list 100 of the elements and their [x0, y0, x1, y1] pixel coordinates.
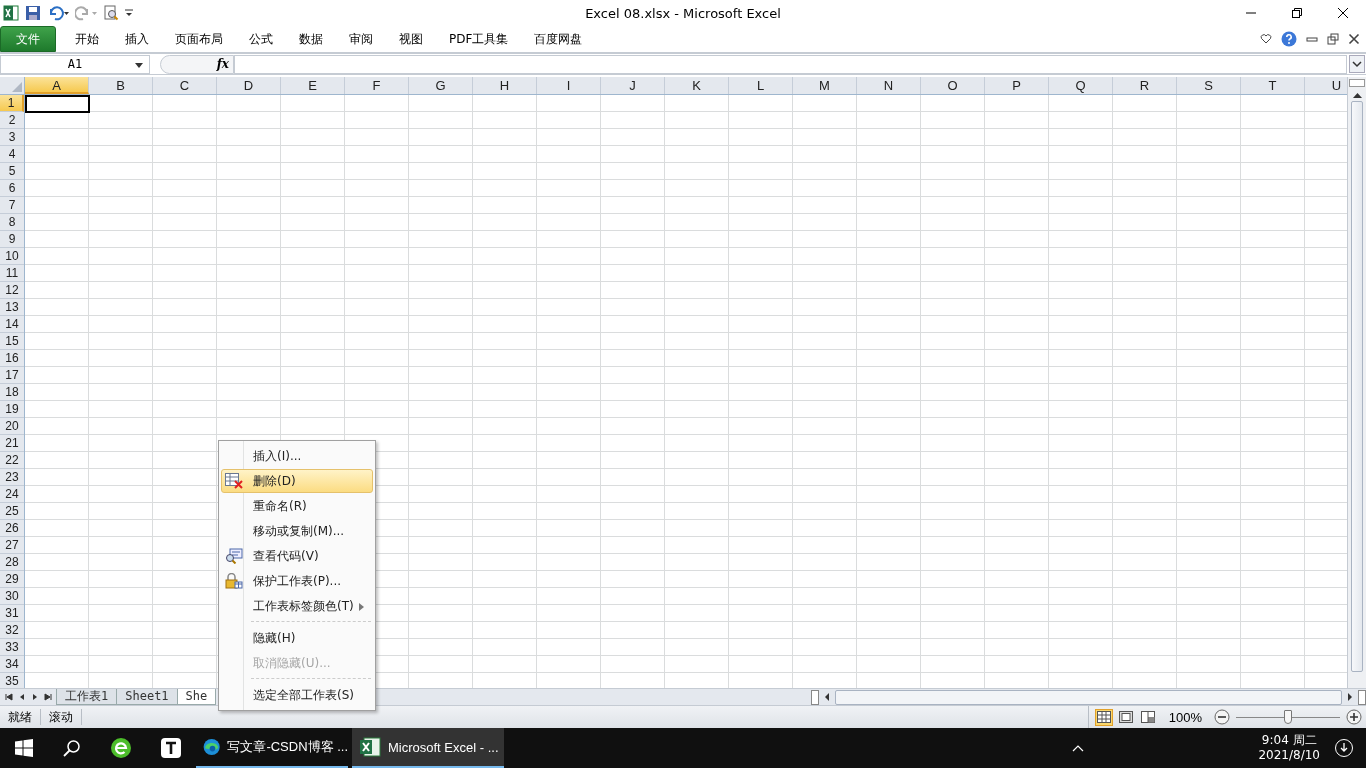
menu-item[interactable]: 选定全部工作表(S): [221, 683, 373, 707]
row-header[interactable]: 26: [0, 520, 24, 537]
column-header[interactable]: C: [153, 77, 217, 94]
column-header[interactable]: K: [665, 77, 729, 94]
ribbon-tab[interactable]: 百度网盘: [521, 26, 596, 52]
row-header[interactable]: 9: [0, 231, 24, 248]
row-header[interactable]: 15: [0, 333, 24, 350]
ribbon-tab[interactable]: 页面布局: [162, 26, 236, 52]
close-icon[interactable]: [1348, 33, 1360, 45]
ribbon-tab[interactable]: PDF工具集: [436, 26, 522, 52]
row-header[interactable]: 14: [0, 316, 24, 333]
row-header[interactable]: 17: [0, 367, 24, 384]
row-header[interactable]: 28: [0, 554, 24, 571]
heart-icon[interactable]: [1260, 33, 1272, 45]
help-icon[interactable]: [1281, 31, 1297, 47]
row-header[interactable]: 24: [0, 486, 24, 503]
scroll-thumb[interactable]: [1351, 101, 1363, 672]
ribbon-tab[interactable]: 审阅: [336, 26, 386, 52]
row-header[interactable]: 2: [0, 112, 24, 129]
customize-icon[interactable]: [125, 7, 133, 19]
row-header[interactable]: 11: [0, 265, 24, 282]
row-header[interactable]: 19: [0, 401, 24, 418]
menu-item[interactable]: 隐藏(H): [221, 626, 373, 650]
row-header[interactable]: 5: [0, 163, 24, 180]
sheet-tab[interactable]: Sheet1: [116, 689, 178, 705]
sheet-nav-icon[interactable]: [43, 692, 53, 702]
menu-item[interactable]: 删除(D): [221, 469, 373, 493]
row-header[interactable]: 22: [0, 452, 24, 469]
expand-icon[interactable]: [1349, 55, 1365, 73]
row-header[interactable]: 23: [0, 469, 24, 486]
row-header[interactable]: 27: [0, 537, 24, 554]
column-header[interactable]: J: [601, 77, 665, 94]
row-header[interactable]: 25: [0, 503, 24, 520]
row-header[interactable]: 33: [0, 639, 24, 656]
chevron-up-icon[interactable]: [1072, 744, 1085, 752]
column-header[interactable]: I: [537, 77, 601, 94]
sheet-tab[interactable]: 工作表1: [56, 689, 118, 705]
name-box[interactable]: A1: [0, 54, 150, 74]
ribbon-tab[interactable]: 视图: [386, 26, 436, 52]
normal-view-button[interactable]: [1094, 708, 1113, 726]
scroll-thumb[interactable]: [835, 689, 1342, 705]
column-header[interactable]: E: [281, 77, 345, 94]
row-header[interactable]: 3: [0, 129, 24, 146]
zoom-slider-thumb[interactable]: [1284, 709, 1292, 724]
clock-time[interactable]: 9:04 周二: [1261, 733, 1317, 748]
ribbon-tab[interactable]: 插入: [112, 26, 162, 52]
row-header[interactable]: 29: [0, 571, 24, 588]
menu-item[interactable]: 工作表标签颜色(T): [221, 594, 373, 618]
zoom-in-icon[interactable]: [1346, 709, 1362, 725]
insert-function-button[interactable]: fx: [216, 57, 233, 71]
formula-input[interactable]: [234, 54, 1347, 74]
sheet-tab[interactable]: She: [176, 689, 217, 705]
column-header[interactable]: O: [921, 77, 985, 94]
column-header[interactable]: B: [89, 77, 153, 94]
column-header[interactable]: Q: [1049, 77, 1113, 94]
save-icon[interactable]: [25, 5, 41, 21]
column-header[interactable]: N: [857, 77, 921, 94]
column-header[interactable]: L: [729, 77, 793, 94]
split-handle[interactable]: [1358, 689, 1366, 705]
column-header[interactable]: T: [1241, 77, 1305, 94]
row-header[interactable]: 20: [0, 418, 24, 435]
column-header[interactable]: H: [473, 77, 537, 94]
clock-date[interactable]: 2021/8/10: [1258, 748, 1320, 763]
ribbon-tab[interactable]: 数据: [286, 26, 336, 52]
column-header[interactable]: P: [985, 77, 1049, 94]
row-header[interactable]: 31: [0, 605, 24, 622]
zoom-level[interactable]: 100%: [1160, 709, 1210, 725]
row-header[interactable]: 1: [0, 95, 24, 112]
column-header[interactable]: F: [345, 77, 409, 94]
split-handle[interactable]: [811, 689, 819, 705]
row-header[interactable]: 16: [0, 350, 24, 367]
column-header[interactable]: A: [25, 77, 89, 94]
row-header[interactable]: 12: [0, 282, 24, 299]
split-handle[interactable]: [1349, 79, 1365, 87]
taskbar-app[interactable]: Microsoft Excel - ...: [352, 728, 504, 768]
active-cell[interactable]: [25, 95, 90, 113]
menu-item[interactable]: 查看代码(V): [221, 544, 373, 568]
file-tab[interactable]: 文件: [0, 26, 56, 52]
row-header[interactable]: 34: [0, 656, 24, 673]
column-header[interactable]: G: [409, 77, 473, 94]
column-header[interactable]: M: [793, 77, 857, 94]
menu-item[interactable]: 重命名(R): [221, 494, 373, 518]
menu-item[interactable]: 插入(I)...: [221, 444, 373, 468]
notification-icon[interactable]: [1334, 738, 1354, 758]
row-header[interactable]: 8: [0, 214, 24, 231]
taskbar-app[interactable]: 写文章-CSDN博客 ...: [196, 728, 348, 768]
row-header[interactable]: 21: [0, 435, 24, 452]
zoom-out-icon[interactable]: [1214, 709, 1230, 725]
menu-item[interactable]: 保护工作表(P)...: [221, 569, 373, 593]
row-header[interactable]: 6: [0, 180, 24, 197]
column-header[interactable]: S: [1177, 77, 1241, 94]
row-header[interactable]: 10: [0, 248, 24, 265]
menu-item[interactable]: 移动或复制(M)...: [221, 519, 373, 543]
row-header[interactable]: 32: [0, 622, 24, 639]
row-header[interactable]: 30: [0, 588, 24, 605]
ribbon-tab[interactable]: 开始: [62, 26, 112, 52]
column-header[interactable]: D: [217, 77, 281, 94]
undo-icon[interactable]: [47, 5, 69, 21]
page-layout-button[interactable]: [1116, 708, 1135, 726]
row-header[interactable]: 4: [0, 146, 24, 163]
